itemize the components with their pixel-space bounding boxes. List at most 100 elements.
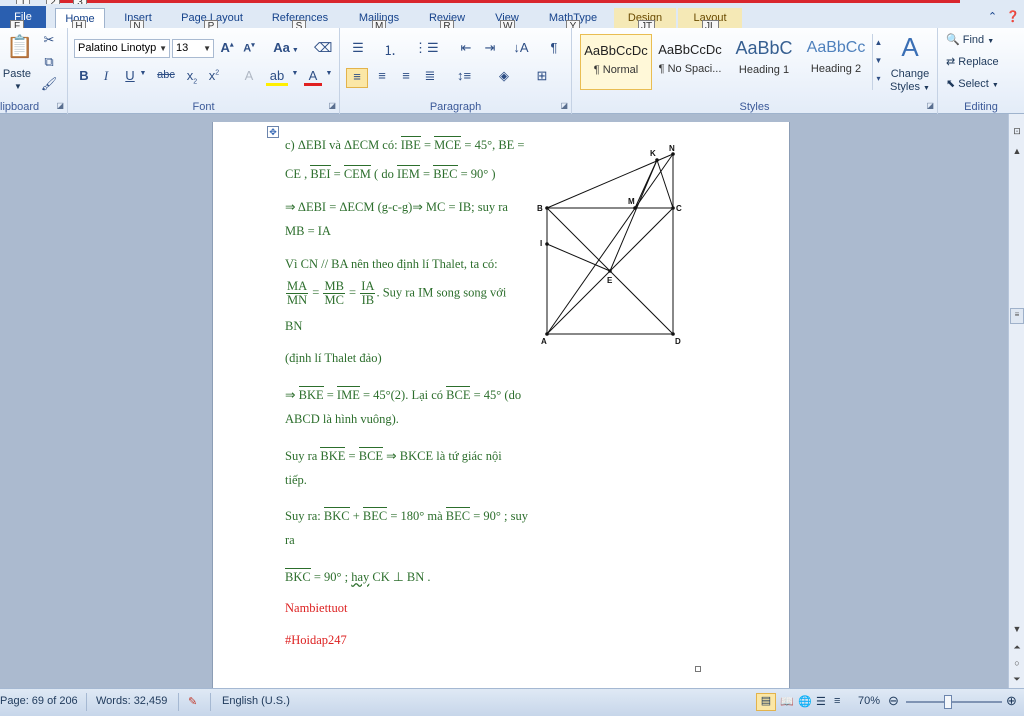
fraction-numerator: MB [323, 279, 345, 294]
style-normal[interactable]: AaBbCcDc ¶ Normal [580, 34, 652, 90]
copy-icon[interactable]: ⧉ [40, 54, 58, 70]
increase-indent-icon[interactable]: ⇥ [480, 40, 500, 56]
underline-dropdown-icon[interactable]: ▼ [138, 70, 148, 77]
italic-icon[interactable]: I [98, 68, 114, 84]
align-right-icon[interactable]: ≡ [396, 68, 416, 83]
paragraph-dialog-launcher-icon[interactable]: ◪ [560, 101, 568, 110]
page-count[interactable]: Page: 69 of 206 [0, 695, 78, 707]
style-heading-1[interactable]: AaBbC Heading 1 [728, 34, 800, 90]
language-indicator[interactable]: English (U.S.) [222, 695, 290, 707]
text-run: = [420, 138, 435, 152]
borders-icon[interactable]: ⊞ [530, 68, 554, 84]
strikethrough-icon[interactable]: abc [154, 69, 178, 81]
show-formatting-marks-icon[interactable]: ¶ [544, 40, 564, 55]
cut-icon[interactable]: ✂ [40, 32, 58, 48]
web-layout-view-icon[interactable]: 🌐 [798, 695, 812, 708]
proofing-icon[interactable]: ✎ [188, 695, 197, 708]
clear-formatting-icon[interactable]: ⌫ [314, 40, 332, 56]
style-no-spacing-name: ¶ No Spaci... [658, 63, 722, 75]
minimize-ribbon-icon[interactable]: ⌃ [988, 11, 997, 23]
style-no-spacing[interactable]: AaBbCcDc ¶ No Spaci... [654, 34, 726, 90]
scroll-thumb[interactable]: ≡ [1010, 308, 1024, 324]
underline-icon[interactable]: U [122, 68, 138, 83]
fraction-denominator: MN [287, 293, 308, 307]
shading-icon[interactable]: ◈ [492, 68, 516, 84]
table-resize-handle-icon[interactable] [695, 666, 701, 672]
styles-gallery-scroll-icon[interactable]: ▲ ▼ ▾ [872, 34, 884, 90]
highlight-dropdown-icon[interactable]: ▼ [290, 70, 300, 77]
select-button[interactable]: ⬉ Select ▼ [946, 77, 999, 90]
style-heading-1-sample: AaBbC [735, 38, 793, 58]
word-count[interactable]: Words: 32,459 [96, 695, 167, 707]
scroll-down-icon[interactable]: ▼ [1010, 622, 1024, 636]
label-e: E [607, 276, 613, 285]
document-page[interactable]: ✥ c) ΔEBI và ΔECM có: IBE = MCE = 45°, B… [212, 122, 790, 688]
align-left-icon[interactable]: ≡ [346, 68, 368, 88]
sort-icon[interactable]: ↓A [510, 40, 532, 55]
table-move-handle-icon[interactable]: ✥ [267, 126, 279, 138]
font-color-icon[interactable]: A [304, 68, 322, 86]
scroll-up-icon[interactable]: ▲ [1010, 144, 1024, 158]
label-c: C [676, 204, 682, 213]
style-heading-2-sample: AaBbCc [806, 39, 866, 56]
zoom-slider-track[interactable] [906, 701, 1002, 703]
angle-bkc: BKC [323, 507, 350, 523]
clipboard-dialog-launcher-icon[interactable]: ◪ [56, 101, 64, 110]
select-browse-object-icon[interactable]: ○ [1010, 656, 1024, 670]
find-button[interactable]: 🔍 Find ▼ [946, 33, 994, 46]
next-page-icon[interactable]: ⏷ [1010, 672, 1024, 686]
full-screen-reading-view-icon[interactable]: 📖 [780, 695, 794, 708]
line-spacing-icon[interactable]: ↕≡ [452, 68, 476, 83]
subscript-icon[interactable]: x2 [184, 68, 200, 86]
format-painter-icon[interactable]: 🖌 [40, 76, 58, 92]
styles-dialog-launcher-icon[interactable]: ◪ [926, 101, 934, 110]
zoom-in-icon[interactable]: ⊕ [1006, 693, 1017, 709]
style-heading-2[interactable]: AaBbCc Heading 2 [800, 34, 872, 90]
help-icon[interactable]: ❓ [1006, 11, 1020, 23]
text-effects-icon[interactable]: A [240, 68, 258, 83]
change-styles-icon[interactable]: A [890, 32, 930, 63]
grow-font-icon[interactable]: A▴ [218, 40, 236, 55]
align-center-icon[interactable]: ≡ [372, 68, 392, 83]
text-run: CE , [285, 167, 311, 181]
ribbon: 📋 Paste ▼ ✂ ⧉ 🖌 lipboard ◪ Palatino Lino… [0, 28, 1024, 114]
doc-line-12: tiếp. [285, 473, 307, 487]
text-highlight-icon[interactable]: ab [266, 68, 288, 86]
style-normal-name: ¶ Normal [593, 64, 639, 76]
shrink-font-icon[interactable]: A▾ [240, 41, 258, 55]
zoom-out-icon[interactable]: ⊖ [888, 693, 899, 709]
font-group-label: Font [192, 101, 215, 113]
zoom-slider-thumb[interactable] [944, 695, 953, 709]
bold-icon[interactable]: B [76, 68, 92, 83]
multilevel-list-icon[interactable]: ⋮☰ [414, 40, 439, 56]
replace-button[interactable]: ⇄ Replace [946, 55, 999, 68]
justify-icon[interactable]: ≣ [420, 68, 440, 84]
decrease-indent-icon[interactable]: ⇤ [456, 40, 476, 56]
print-layout-view-icon[interactable]: ▤ [756, 693, 776, 711]
numbering-icon[interactable]: ⒈ [380, 40, 400, 59]
doc-line-3: ⇒ ΔEBI = ΔECM (g-c-g)⇒ MC = IB; suy ra [285, 200, 508, 214]
font-size-combo[interactable]: 13 ▼ [172, 39, 214, 58]
change-case-button[interactable]: Aa ▼ [272, 40, 300, 55]
fraction-denominator: IB [361, 293, 375, 307]
document-workspace[interactable]: ✥ c) ΔEBI và ΔECM có: IBE = MCE = 45°, B… [0, 114, 1008, 688]
paste-dropdown-icon[interactable]: ▼ [8, 82, 28, 91]
vertical-scrollbar[interactable]: ⊡ ▲ ≡ ▼ ⏶ ○ ⏷ [1008, 114, 1024, 688]
font-family-combo[interactable]: Palatino Linotyp ▼ [74, 39, 170, 58]
bullets-icon[interactable]: ☰ [348, 40, 368, 56]
previous-page-icon[interactable]: ⏶ [1010, 640, 1024, 654]
font-dialog-launcher-icon[interactable]: ◪ [328, 101, 336, 110]
paste-button[interactable]: Paste [2, 68, 32, 80]
zoom-level[interactable]: 70% [858, 695, 880, 707]
superscript-icon[interactable]: x2 [206, 68, 222, 83]
paste-icon[interactable]: 📋 [6, 34, 33, 64]
text-run: ⇒ [285, 388, 299, 402]
angle-cem: CEM [343, 165, 371, 181]
change-styles-label-2: Styles [890, 81, 920, 93]
font-color-dropdown-icon[interactable]: ▼ [324, 70, 334, 77]
ruler-toggle-icon[interactable]: ⊡ [1010, 124, 1024, 138]
outline-view-icon[interactable]: ☰ [816, 695, 826, 708]
draft-view-icon[interactable]: ≡ [834, 695, 840, 707]
paragraph-group: ☰ ⒈ ⋮☰ ⇤ ⇥ ↓A ¶ ≡ ≡ ≡ ≣ ↕≡ ◈ ⊞ Paragraph… [340, 28, 572, 114]
change-styles-button[interactable]: Change Styles ▼ [886, 68, 934, 95]
